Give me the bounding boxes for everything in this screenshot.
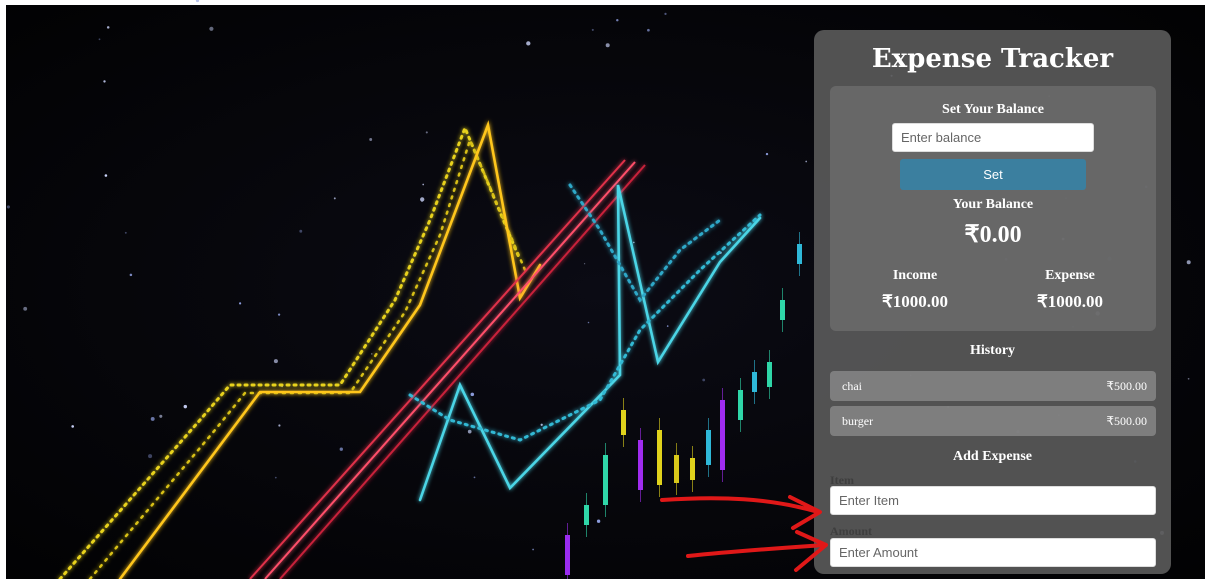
star (6, 205, 10, 209)
star (339, 447, 343, 451)
star (616, 18, 619, 22)
history-item-name: burger (842, 413, 874, 428)
star (425, 131, 428, 134)
star (591, 28, 594, 31)
candle-body (674, 455, 679, 483)
star (159, 414, 163, 418)
star (183, 404, 188, 409)
star (1186, 260, 1191, 265)
income-amount: ₹1000.00 (881, 292, 949, 311)
star (209, 26, 214, 31)
expense-summary: Expense ₹1000.00 (1000, 268, 1140, 312)
candle-body (797, 244, 802, 264)
history-heading: History (969, 343, 1016, 358)
star (239, 302, 242, 305)
candle-body (780, 300, 785, 320)
set-balance-heading: Set Your Balance (942, 102, 1044, 117)
expense-amount: ₹1000.00 (1036, 292, 1104, 311)
star (299, 229, 303, 233)
star (23, 306, 28, 311)
star (540, 423, 543, 426)
star (277, 313, 281, 316)
star (274, 476, 277, 479)
star (371, 353, 373, 355)
candle-body (706, 430, 711, 465)
star (150, 416, 155, 421)
your-balance-heading: Your Balance (952, 197, 1034, 212)
balance-card: Set Your Balance Set Your Balance ₹0.00 … (830, 86, 1156, 331)
star (765, 152, 769, 156)
star (805, 160, 808, 163)
history-item: chai ₹500.00 (830, 371, 1156, 401)
amount-input[interactable] (830, 538, 1156, 567)
balance-amount: ₹0.00 (964, 222, 1022, 248)
star (473, 476, 476, 479)
candle-body (565, 535, 570, 575)
star (148, 454, 153, 459)
income-summary: Income ₹1000.00 (845, 268, 985, 312)
star (467, 429, 472, 434)
history-item-amount: ₹500.00 (1106, 413, 1147, 428)
set-balance-button[interactable]: Set (900, 159, 1086, 190)
history-item-name: chai (842, 378, 862, 393)
star (103, 80, 106, 83)
income-label: Income (892, 268, 938, 283)
star (106, 26, 110, 29)
balance-input[interactable] (892, 123, 1094, 152)
star (420, 197, 425, 202)
candle-body (621, 410, 626, 435)
history-item: burger ₹500.00 (830, 406, 1156, 436)
star (702, 378, 706, 382)
candle-body (752, 372, 757, 392)
star (124, 231, 127, 234)
candle-body (767, 362, 772, 387)
star (583, 263, 586, 265)
star (664, 12, 667, 16)
star (587, 321, 590, 324)
star (422, 183, 425, 186)
star (596, 519, 601, 523)
star (1187, 377, 1190, 380)
amount-label: Amount (830, 524, 873, 538)
expense-label: Expense (1045, 268, 1095, 283)
item-input[interactable] (830, 486, 1156, 515)
candle-body (657, 430, 662, 485)
star (273, 359, 278, 364)
star (129, 273, 133, 277)
star (278, 424, 281, 427)
candle-body (690, 458, 695, 480)
star (71, 425, 75, 428)
history-item-amount: ₹500.00 (1106, 378, 1147, 393)
star (98, 38, 101, 41)
star (532, 548, 534, 551)
app-title: Expense Tracker (871, 44, 1114, 74)
candle-body (584, 505, 589, 525)
add-expense-heading: Add Expense (953, 449, 1032, 464)
star (526, 41, 531, 46)
star (333, 197, 336, 200)
expense-tracker-panel: Expense Tracker Set Your Balance Set You… (814, 30, 1171, 574)
star (369, 138, 373, 141)
star (605, 43, 610, 48)
star (633, 241, 635, 244)
star (666, 325, 669, 327)
candle-body (720, 400, 725, 470)
candle-body (738, 390, 743, 420)
candle-body (603, 455, 608, 505)
star (104, 174, 108, 177)
candle-body (638, 440, 643, 490)
star (470, 392, 475, 397)
star (647, 28, 650, 32)
